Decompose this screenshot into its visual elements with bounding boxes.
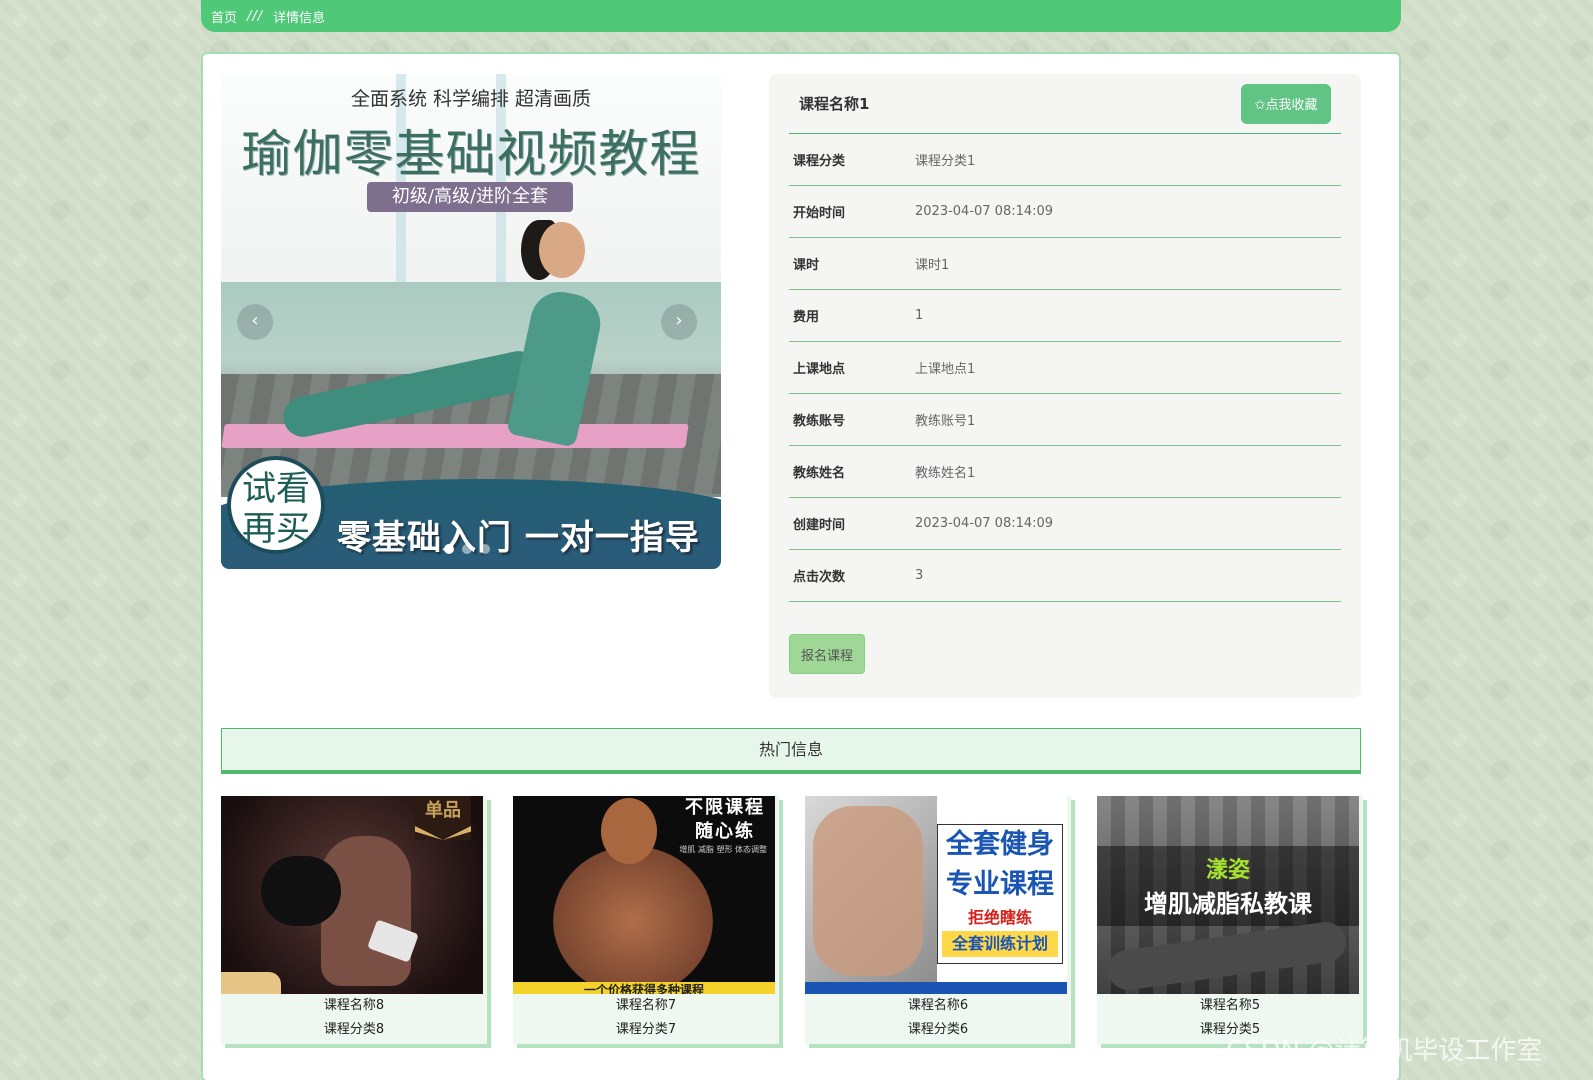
banner-figure-head xyxy=(539,222,585,278)
info-label: 课程分类 xyxy=(793,154,846,169)
banner-title: 瑜伽零基础视频教程 xyxy=(241,125,701,183)
detail-panel: 全面系统 科学编排 超清画质 瑜伽零基础视频教程 初级/高级/进阶全套 试看 再… xyxy=(201,52,1401,1080)
banner-circle-badge: 试看 再买 xyxy=(227,456,325,554)
boxing-glove xyxy=(261,856,341,926)
breadcrumb-current: 详情信息 xyxy=(273,10,326,26)
banner-subtitle: 初级/高级/进阶全套 xyxy=(367,182,573,212)
banner-tagline: 全面系统 科学编排 超清画质 xyxy=(350,88,592,110)
hot-card-image[interactable]: 单品 xyxy=(221,796,483,994)
info-label: 课时 xyxy=(793,258,820,273)
hot-card[interactable]: 全套健身 专业课程 拒绝瞎练 全套训练计划 课程名称6 课程分类6 xyxy=(805,796,1071,1044)
hot-card-name[interactable]: 课程名称5 xyxy=(1097,994,1363,1018)
info-row-hours: 课时 课时1 xyxy=(789,238,1341,290)
info-label: 教练姓名 xyxy=(793,466,846,481)
hot-card[interactable]: 漾姿 增肌减脂私教课 课程名称5 课程分类5 xyxy=(1097,796,1363,1044)
image-corner-tag xyxy=(221,972,281,994)
hot-card[interactable]: 单品 课程名称8 课程分类8 xyxy=(221,796,487,1044)
image-brand: 漾姿 xyxy=(1205,858,1250,883)
info-row-created-time: 创建时间 2023-04-07 08:14:09 xyxy=(789,498,1341,550)
course-image-carousel[interactable]: 全面系统 科学编排 超清画质 瑜伽零基础视频教程 初级/高级/进阶全套 试看 再… xyxy=(221,74,721,569)
info-row-fee: 费用 1 xyxy=(789,290,1341,342)
hot-card-category: 课程分类8 xyxy=(323,1022,385,1037)
info-row-click-count: 点击次数 3 xyxy=(789,550,1341,602)
info-row-start-time: 开始时间 2023-04-07 08:14:09 xyxy=(789,186,1341,238)
info-label: 开始时间 xyxy=(793,206,846,221)
image-text-box: 全套健身 专业课程 拒绝瞎练 全套训练计划 xyxy=(937,824,1063,964)
circle-line-1: 试看 xyxy=(242,469,310,509)
info-value: 课时1 xyxy=(915,258,950,273)
info-row-coach-name: 教练姓名 教练姓名1 xyxy=(789,446,1341,498)
course-info-card: 课程名称1 ✩点我收藏 课程分类 课程分类1 开始时间 2023-04-07 0… xyxy=(769,74,1361,698)
info-row-location: 上课地点 上课地点1 xyxy=(789,342,1341,394)
info-value: 2023-04-07 08:14:09 xyxy=(915,204,1054,219)
image-line-4: 全套训练计划 xyxy=(942,931,1058,957)
circle-line-2: 再买 xyxy=(242,509,310,549)
image-photo xyxy=(805,796,937,994)
hot-card-image[interactable]: 不限课程 随心练 增肌 减脂 塑形 体态调整 一个价格获得多种课程 xyxy=(513,796,775,994)
info-value: 课程分类1 xyxy=(915,154,976,169)
info-value: 3 xyxy=(915,568,924,583)
info-value: 2023-04-07 08:14:09 xyxy=(915,516,1054,531)
image-figure-head xyxy=(601,798,657,864)
hot-card-name[interactable]: 课程名称8 xyxy=(221,994,487,1018)
image-headline: 不限课程 随心练 xyxy=(685,797,765,842)
info-label: 点击次数 xyxy=(793,570,846,585)
course-name: 课程名称1 xyxy=(799,95,870,113)
hot-section-title: 热门信息 xyxy=(221,728,1361,774)
info-value: 1 xyxy=(915,308,924,323)
info-value: 上课地点1 xyxy=(915,362,976,377)
image-bottom-bar: 一个价格获得多种课程 xyxy=(513,982,775,994)
breadcrumb: 首页 /// 详情信息 xyxy=(201,0,1401,32)
info-label: 费用 xyxy=(793,310,820,325)
favorite-button[interactable]: ✩点我收藏 xyxy=(1241,83,1331,124)
info-label: 教练账号 xyxy=(793,414,846,429)
info-row-category: 课程分类 课程分类1 xyxy=(789,134,1341,186)
image-line-1: 全套健身 xyxy=(946,829,1054,860)
carousel-dot[interactable] xyxy=(462,544,472,554)
image-line-2: 专业课程 xyxy=(946,869,1054,900)
image-headline: 增肌减脂私教课 xyxy=(1144,890,1312,918)
hot-card-category: 课程分类6 xyxy=(907,1022,969,1037)
hot-card-name[interactable]: 课程名称6 xyxy=(805,994,1071,1018)
banner-slogan: 零基础入门 一对一指导 xyxy=(337,518,700,558)
hot-card-category: 课程分类5 xyxy=(1199,1022,1261,1037)
image-figure xyxy=(813,806,923,976)
carousel-next-button[interactable]: › xyxy=(661,304,697,340)
hot-card-image[interactable]: 漾姿 增肌减脂私教课 xyxy=(1097,796,1359,994)
image-line-3: 拒绝瞎练 xyxy=(967,908,1032,927)
signup-course-button[interactable]: 报名课程 xyxy=(789,634,865,674)
info-label: 上课地点 xyxy=(793,362,846,377)
carousel-dot[interactable] xyxy=(444,544,454,554)
info-label: 创建时间 xyxy=(793,518,846,533)
info-value: 教练账号1 xyxy=(915,414,976,429)
carousel-prev-button[interactable]: ‹ xyxy=(237,304,273,340)
breadcrumb-home-link[interactable]: 首页 xyxy=(211,7,237,26)
course-header: 课程名称1 ✩点我收藏 xyxy=(789,74,1341,134)
info-row-coach-account: 教练账号 教练账号1 xyxy=(789,394,1341,446)
info-value: 教练姓名1 xyxy=(915,466,976,481)
hot-card[interactable]: 不限课程 随心练 增肌 减脂 塑形 体态调整 一个价格获得多种课程 课程名称7 … xyxy=(513,796,779,1044)
image-figure xyxy=(553,846,713,994)
image-bottom-bar xyxy=(805,982,1067,994)
hot-card-image[interactable]: 全套健身 专业课程 拒绝瞎练 全套训练计划 xyxy=(805,796,1067,994)
image-subtext: 增肌 减脂 塑形 体态调整 xyxy=(679,845,767,854)
carousel-dot[interactable] xyxy=(480,544,490,554)
hot-card-name[interactable]: 课程名称7 xyxy=(513,994,779,1018)
breadcrumb-separator: /// xyxy=(247,8,264,24)
carousel-indicators xyxy=(444,544,490,554)
hot-card-category: 课程分类7 xyxy=(615,1022,677,1037)
